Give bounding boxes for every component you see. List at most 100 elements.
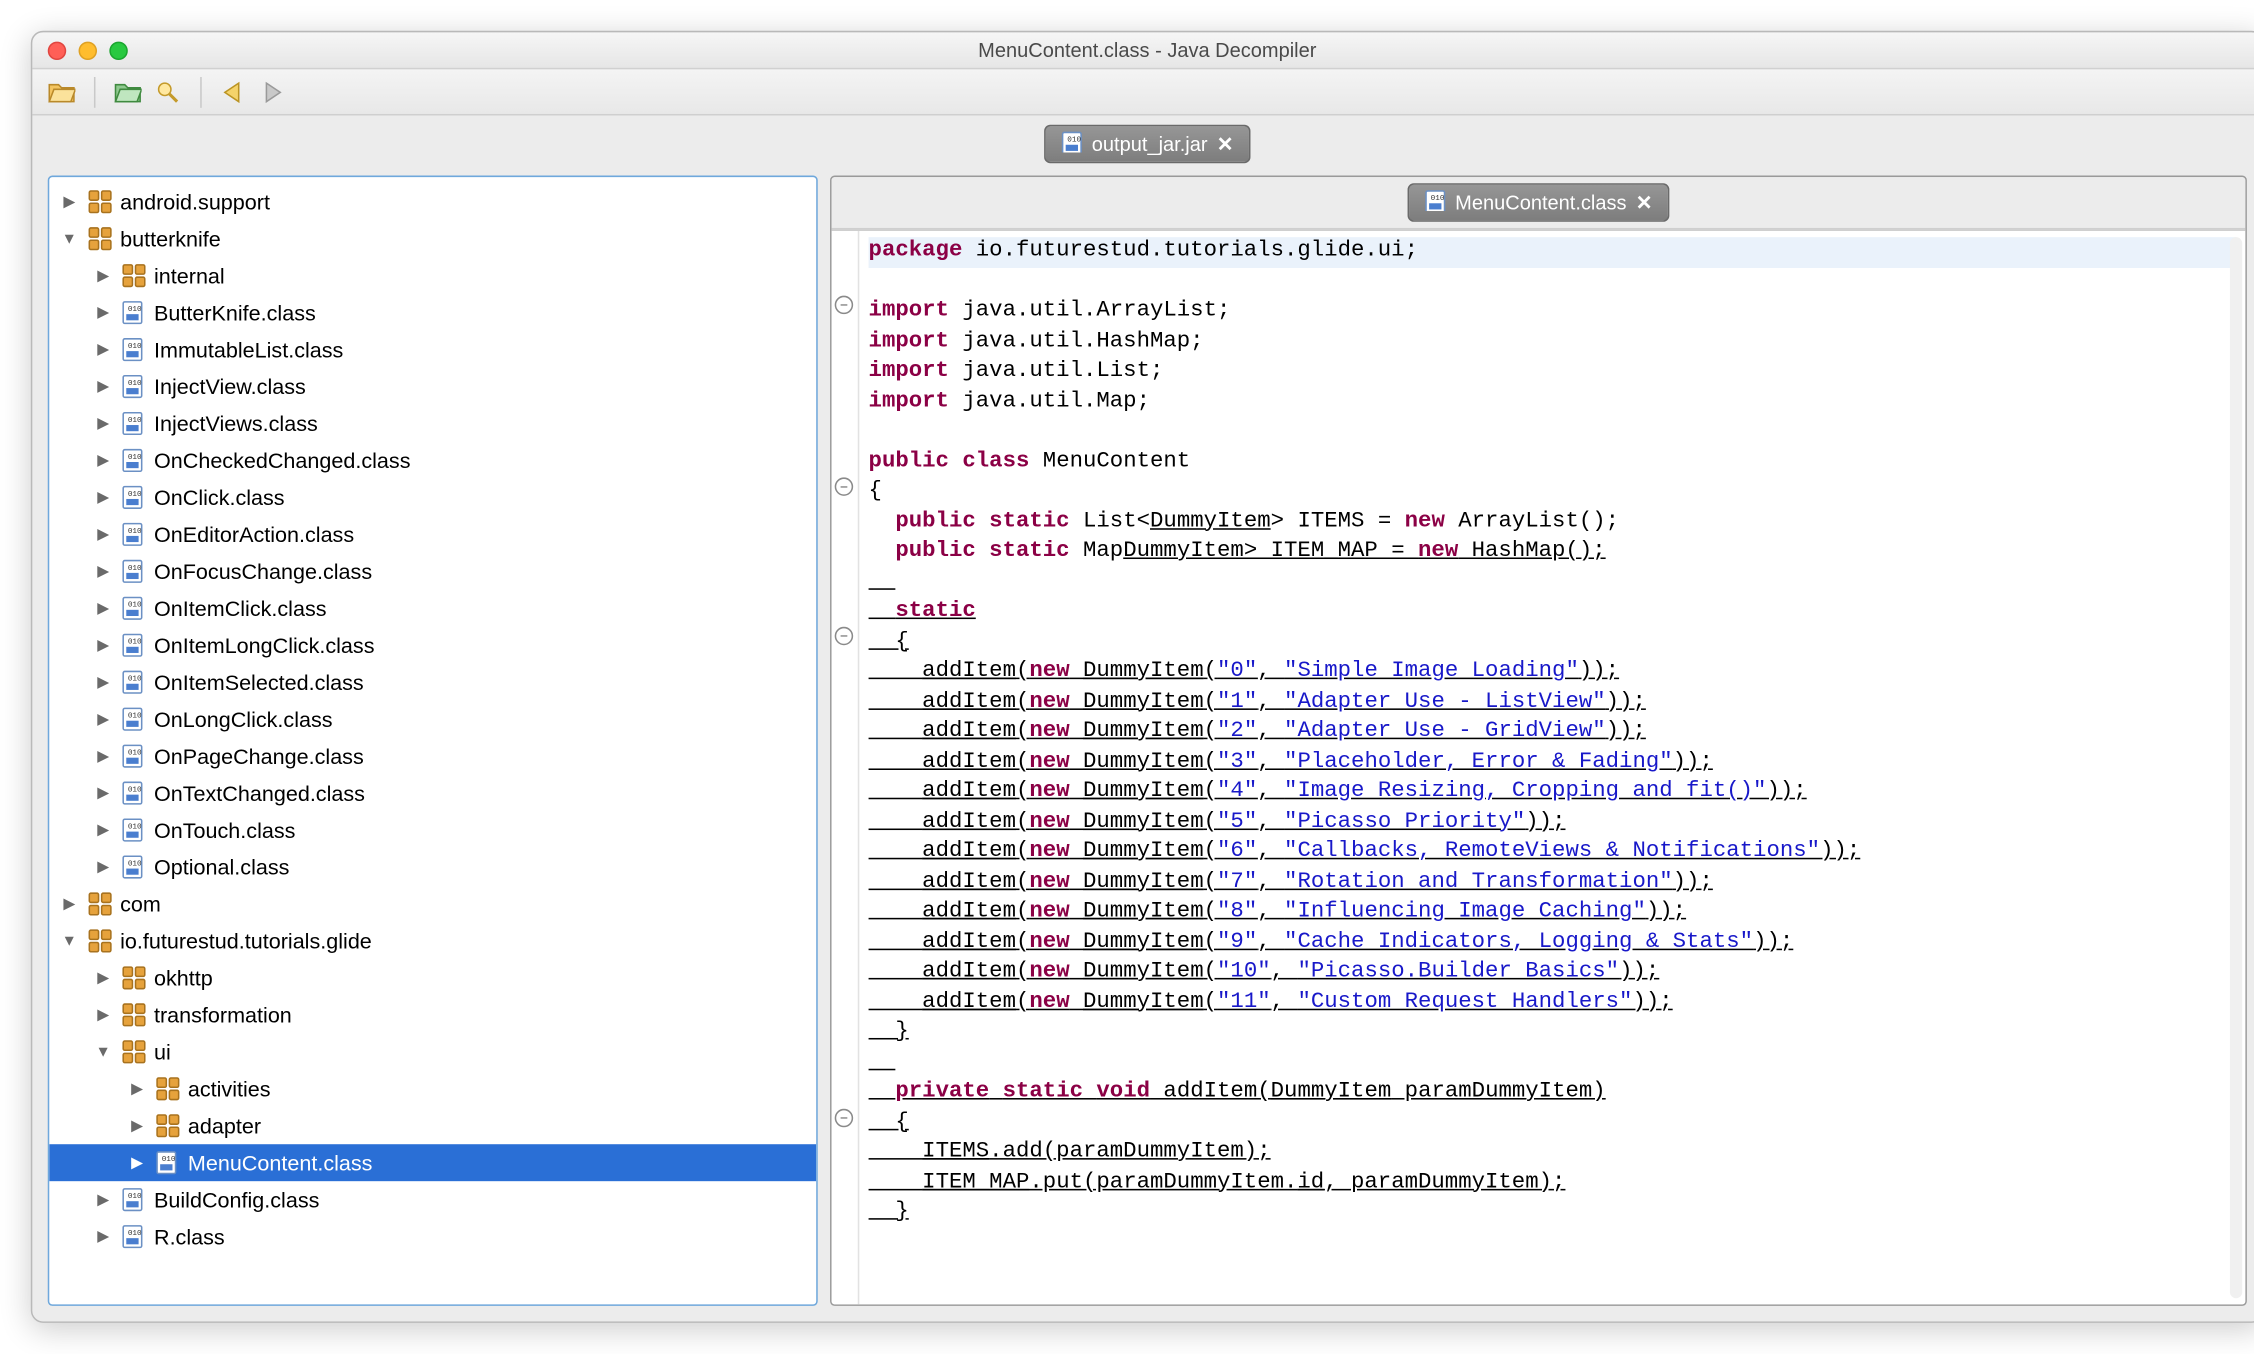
tree-item-glide[interactable]: ▼ io.futurestud.tutorials.glide [49, 922, 816, 959]
disclosure-icon[interactable]: ▶ [92, 711, 114, 728]
disclosure-icon[interactable]: ▶ [92, 748, 114, 765]
tree-item-buildconfig[interactable]: ▶ BuildConfig.class [49, 1181, 816, 1218]
fold-marker-icon[interactable]: − [835, 1109, 853, 1127]
tree-item-oncheckedchanged[interactable]: ▶ OnCheckedChanged.class [49, 442, 816, 479]
open-type-button[interactable] [111, 75, 145, 109]
disclosure-icon[interactable]: ▶ [92, 1006, 114, 1023]
fold-marker-icon[interactable]: − [835, 296, 853, 314]
tree-item-oneditoraction[interactable]: ▶ OnEditorAction.class [49, 516, 816, 553]
fold-marker-icon[interactable]: − [835, 477, 853, 495]
class-icon [120, 299, 148, 327]
tree-item-label: R.class [154, 1224, 225, 1249]
disclosure-icon[interactable]: ▶ [92, 859, 114, 876]
package-icon [86, 188, 114, 216]
tree-item-internal[interactable]: ▶ internal [49, 257, 816, 294]
disclosure-icon[interactable]: ▶ [92, 674, 114, 691]
disclosure-icon[interactable]: ▶ [92, 489, 114, 506]
disclosure-icon[interactable]: ▼ [59, 932, 81, 949]
code-editor[interactable]: − − − − package io.futurestud.tutorials.… [832, 229, 2246, 1304]
disclosure-icon[interactable]: ▶ [92, 341, 114, 358]
tree-item-label: ui [154, 1040, 171, 1065]
disclosure-icon[interactable]: ▶ [92, 969, 114, 986]
disclosure-icon[interactable]: ▶ [92, 452, 114, 469]
nav-back-button[interactable] [217, 75, 251, 109]
tree-item-label: okhttp [154, 966, 213, 991]
code-tab-close-icon[interactable]: ✕ [1636, 190, 1653, 215]
tree-item-label: OnTextChanged.class [154, 781, 365, 806]
tree-item-ui[interactable]: ▼ ui [49, 1033, 816, 1070]
tree-item-okhttp[interactable]: ▶ okhttp [49, 959, 816, 996]
tree-item-onlongclick[interactable]: ▶ OnLongClick.class [49, 701, 816, 738]
window-close-button[interactable] [48, 41, 66, 59]
disclosure-icon[interactable]: ▶ [126, 1154, 148, 1171]
tree-item-com[interactable]: ▶ com [49, 886, 816, 923]
disclosure-icon[interactable]: ▶ [92, 1191, 114, 1208]
tree-item-adapter[interactable]: ▶ adapter [49, 1107, 816, 1144]
tree-item-optional[interactable]: ▶ Optional.class [49, 849, 816, 886]
window-minimize-button[interactable] [79, 41, 97, 59]
disclosure-icon[interactable]: ▼ [59, 230, 81, 247]
jar-tab-close-icon[interactable]: ✕ [1217, 132, 1234, 157]
tree-item-onitemclick[interactable]: ▶ OnItemClick.class [49, 590, 816, 627]
disclosure-icon[interactable]: ▶ [92, 822, 114, 839]
tree-item-onclick[interactable]: ▶ OnClick.class [49, 479, 816, 516]
package-icon [120, 262, 148, 290]
window-title: MenuContent.class - Java Decompiler [32, 39, 2254, 62]
tree-item-ontextchanged[interactable]: ▶ OnTextChanged.class [49, 775, 816, 812]
class-icon [120, 1186, 148, 1214]
code-tab[interactable]: MenuContent.class ✕ [1407, 183, 1669, 222]
jar-tab[interactable]: output_jar.jar ✕ [1044, 125, 1250, 163]
disclosure-icon[interactable]: ▶ [92, 600, 114, 617]
tree-item-onfocuschange[interactable]: ▶ OnFocusChange.class [49, 553, 816, 590]
tree-item-label: OnTouch.class [154, 818, 295, 843]
disclosure-icon[interactable]: ▼ [92, 1043, 114, 1060]
tree-item-activities[interactable]: ▶ activities [49, 1070, 816, 1107]
tree-item-onpagechange[interactable]: ▶ OnPageChange.class [49, 738, 816, 775]
package-icon [120, 1038, 148, 1066]
tree-item-r[interactable]: ▶ R.class [49, 1218, 816, 1255]
tree-item-ontouch[interactable]: ▶ OnTouch.class [49, 812, 816, 849]
tree-item-label: Optional.class [154, 855, 289, 880]
disclosure-icon[interactable]: ▶ [92, 526, 114, 543]
tree-item-butterknife[interactable]: ▼ butterknife [49, 220, 816, 257]
tree-item-android-support[interactable]: ▶ android.support [49, 183, 816, 220]
tree-item-label: OnPageChange.class [154, 744, 364, 769]
disclosure-icon[interactable]: ▶ [92, 415, 114, 432]
tree-item-label: OnFocusChange.class [154, 559, 372, 584]
scrollbar[interactable] [2230, 237, 2242, 1298]
window-zoom-button[interactable] [109, 41, 127, 59]
tree-item-label: BuildConfig.class [154, 1187, 319, 1212]
tree-item-onitemselected[interactable]: ▶ OnItemSelected.class [49, 664, 816, 701]
disclosure-icon[interactable]: ▶ [92, 304, 114, 321]
disclosure-icon[interactable]: ▶ [59, 193, 81, 210]
tree-item-transformation[interactable]: ▶ transformation [49, 996, 816, 1033]
nav-forward-button[interactable] [257, 75, 291, 109]
tree-item-injectviews[interactable]: ▶ InjectViews.class [49, 405, 816, 442]
class-icon [120, 594, 148, 622]
disclosure-icon[interactable]: ▶ [92, 378, 114, 395]
disclosure-icon[interactable]: ▶ [92, 267, 114, 284]
open-file-button[interactable] [45, 75, 79, 109]
tree-item-onitemlongclick[interactable]: ▶ OnItemLongClick.class [49, 627, 816, 664]
disclosure-icon[interactable]: ▶ [92, 563, 114, 580]
disclosure-icon[interactable]: ▶ [126, 1117, 148, 1134]
tree-item-label: com [120, 892, 161, 917]
disclosure-icon[interactable]: ▶ [92, 1228, 114, 1245]
tree-item-label: OnItemLongClick.class [154, 633, 374, 658]
class-icon [120, 410, 148, 438]
class-icon [154, 1149, 182, 1177]
package-tree[interactable]: ▶ android.support ▼ butterknife ▶ intern… [48, 176, 818, 1306]
disclosure-icon[interactable]: ▶ [59, 896, 81, 913]
class-icon [120, 557, 148, 585]
tree-item-menucontent[interactable]: ▶ MenuContent.class [49, 1144, 816, 1181]
class-icon [120, 521, 148, 549]
code-tab-bar: MenuContent.class ✕ [832, 177, 2246, 229]
search-button[interactable] [151, 75, 185, 109]
disclosure-icon[interactable]: ▶ [92, 637, 114, 654]
disclosure-icon[interactable]: ▶ [126, 1080, 148, 1097]
disclosure-icon[interactable]: ▶ [92, 785, 114, 802]
tree-item-injectview[interactable]: ▶ InjectView.class [49, 368, 816, 405]
tree-item-butterknife[interactable]: ▶ ButterKnife.class [49, 294, 816, 331]
tree-item-immutablelist[interactable]: ▶ ImmutableList.class [49, 331, 816, 368]
fold-marker-icon[interactable]: − [835, 627, 853, 645]
